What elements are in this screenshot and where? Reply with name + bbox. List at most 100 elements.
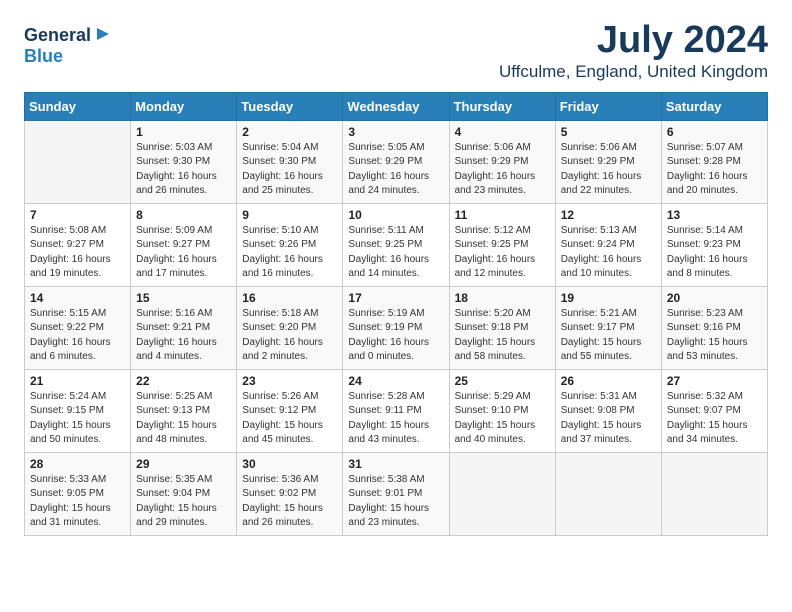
- day-detail: Sunrise: 5:24 AM Sunset: 9:15 PM Dayligh…: [30, 390, 125, 448]
- calendar-cell: [555, 452, 661, 535]
- calendar-body: 1Sunrise: 5:03 AM Sunset: 9:30 PM Daylig…: [25, 120, 768, 535]
- calendar-week-4: 21 Sunrise: 5:24 AM Sunset: 9:15 PM Dayli…: [25, 369, 768, 452]
- day-detail: Sunrise: 5:08 AM Sunset: 9:27 PM Dayligh…: [30, 224, 125, 282]
- day-number: 5: [561, 125, 656, 139]
- calendar-cell: 11 Sunrise: 5:12 AM Sunset: 9:25 PM Dayli…: [449, 203, 555, 286]
- day-detail: Sunrise: 5:38 AM Sunset: 9:01 PM Dayligh…: [348, 473, 443, 531]
- logo-arrow-icon: [95, 26, 111, 42]
- day-detail: Sunrise: 5:23 AM Sunset: 9:16 PM Dayligh…: [667, 307, 762, 365]
- header-cell-monday: Monday: [131, 92, 237, 120]
- day-detail: Sunrise: 5:15 AM Sunset: 9:22 PM Dayligh…: [30, 307, 125, 365]
- calendar-cell: 25Sunrise: 5:29 AM Sunset: 9:10 PM Dayli…: [449, 369, 555, 452]
- day-detail: Sunrise: 5:28 AM Sunset: 9:11 PM Dayligh…: [348, 390, 443, 448]
- day-detail: Sunrise: 5:31 AM Sunset: 9:08 PM Dayligh…: [561, 390, 656, 448]
- calendar-cell: 6 Sunrise: 5:07 AM Sunset: 9:28 PM Daylig…: [661, 120, 767, 203]
- logo-text-blue: Blue: [24, 47, 63, 67]
- calendar-cell: 17 Sunrise: 5:19 AM Sunset: 9:19 PM Dayli…: [343, 286, 449, 369]
- day-number: 24: [348, 374, 443, 388]
- day-number: 21: [30, 374, 125, 388]
- day-number: 14: [30, 291, 125, 305]
- day-detail: Sunrise: 5:18 AM Sunset: 9:20 PM Dayligh…: [242, 307, 337, 365]
- calendar-cell: 8 Sunrise: 5:09 AM Sunset: 9:27 PM Daylig…: [131, 203, 237, 286]
- calendar-header: SundayMondayTuesdayWednesdayThursdayFrid…: [25, 92, 768, 120]
- calendar-cell: 24 Sunrise: 5:28 AM Sunset: 9:11 PM Dayli…: [343, 369, 449, 452]
- day-detail: Sunrise: 5:06 AM Sunset: 9:29 PM Dayligh…: [561, 141, 656, 199]
- day-detail: Sunrise: 5:12 AM Sunset: 9:25 PM Dayligh…: [455, 224, 550, 282]
- calendar-cell: 26Sunrise: 5:31 AM Sunset: 9:08 PM Dayli…: [555, 369, 661, 452]
- calendar-cell: 14 Sunrise: 5:15 AM Sunset: 9:22 PM Dayli…: [25, 286, 131, 369]
- calendar-cell: 15Sunrise: 5:16 AM Sunset: 9:21 PM Dayli…: [131, 286, 237, 369]
- day-detail: Sunrise: 5:03 AM Sunset: 9:30 PM Dayligh…: [136, 141, 231, 199]
- day-detail: Sunrise: 5:35 AM Sunset: 9:04 PM Dayligh…: [136, 473, 231, 531]
- calendar-week-3: 14 Sunrise: 5:15 AM Sunset: 9:22 PM Dayli…: [25, 286, 768, 369]
- day-number: 8: [136, 208, 231, 222]
- calendar-cell: 19Sunrise: 5:21 AM Sunset: 9:17 PM Dayli…: [555, 286, 661, 369]
- day-detail: Sunrise: 5:36 AM Sunset: 9:02 PM Dayligh…: [242, 473, 337, 531]
- logo-text-general: General: [24, 26, 91, 46]
- calendar-cell: [25, 120, 131, 203]
- calendar-cell: 30 Sunrise: 5:36 AM Sunset: 9:02 PM Dayli…: [237, 452, 343, 535]
- day-detail: Sunrise: 5:25 AM Sunset: 9:13 PM Dayligh…: [136, 390, 231, 448]
- calendar-cell: 7 Sunrise: 5:08 AM Sunset: 9:27 PM Daylig…: [25, 203, 131, 286]
- day-number: 7: [30, 208, 125, 222]
- day-number: 15: [136, 291, 231, 305]
- day-detail: Sunrise: 5:07 AM Sunset: 9:28 PM Dayligh…: [667, 141, 762, 199]
- header-cell-wednesday: Wednesday: [343, 92, 449, 120]
- header-cell-thursday: Thursday: [449, 92, 555, 120]
- header-cell-saturday: Saturday: [661, 92, 767, 120]
- day-number: 30: [242, 457, 337, 471]
- day-number: 18: [455, 291, 550, 305]
- day-detail: Sunrise: 5:05 AM Sunset: 9:29 PM Dayligh…: [348, 141, 443, 199]
- calendar-cell: [661, 452, 767, 535]
- day-number: 13: [667, 208, 762, 222]
- calendar-table: SundayMondayTuesdayWednesdayThursdayFrid…: [24, 92, 768, 536]
- day-detail: Sunrise: 5:04 AM Sunset: 9:30 PM Dayligh…: [242, 141, 337, 199]
- title-section: July 2024 Uffculme, England, United King…: [499, 20, 768, 82]
- logo: General Blue: [24, 24, 111, 67]
- day-detail: Sunrise: 5:33 AM Sunset: 9:05 PM Dayligh…: [30, 473, 125, 531]
- header-cell-friday: Friday: [555, 92, 661, 120]
- calendar-cell: 16 Sunrise: 5:18 AM Sunset: 9:20 PM Dayli…: [237, 286, 343, 369]
- day-number: 4: [455, 125, 550, 139]
- calendar-cell: 9 Sunrise: 5:10 AM Sunset: 9:26 PM Daylig…: [237, 203, 343, 286]
- day-number: 20: [667, 291, 762, 305]
- day-number: 22: [136, 374, 231, 388]
- day-number: 16: [242, 291, 337, 305]
- day-number: 9: [242, 208, 337, 222]
- header-row: SundayMondayTuesdayWednesdayThursdayFrid…: [25, 92, 768, 120]
- calendar-cell: 21 Sunrise: 5:24 AM Sunset: 9:15 PM Dayli…: [25, 369, 131, 452]
- day-number: 28: [30, 457, 125, 471]
- day-detail: Sunrise: 5:20 AM Sunset: 9:18 PM Dayligh…: [455, 307, 550, 365]
- day-number: 27: [667, 374, 762, 388]
- calendar-week-2: 7 Sunrise: 5:08 AM Sunset: 9:27 PM Daylig…: [25, 203, 768, 286]
- day-detail: Sunrise: 5:11 AM Sunset: 9:25 PM Dayligh…: [348, 224, 443, 282]
- calendar-cell: 3 Sunrise: 5:05 AM Sunset: 9:29 PM Daylig…: [343, 120, 449, 203]
- location-title: Uffculme, England, United Kingdom: [499, 62, 768, 82]
- day-number: 31: [348, 457, 443, 471]
- calendar-cell: 31 Sunrise: 5:38 AM Sunset: 9:01 PM Dayli…: [343, 452, 449, 535]
- day-number: 11: [455, 208, 550, 222]
- calendar-week-1: 1Sunrise: 5:03 AM Sunset: 9:30 PM Daylig…: [25, 120, 768, 203]
- calendar-cell: 2Sunrise: 5:04 AM Sunset: 9:30 PM Daylig…: [237, 120, 343, 203]
- day-number: 23: [242, 374, 337, 388]
- day-number: 3: [348, 125, 443, 139]
- calendar-cell: 10Sunrise: 5:11 AM Sunset: 9:25 PM Dayli…: [343, 203, 449, 286]
- day-detail: Sunrise: 5:10 AM Sunset: 9:26 PM Dayligh…: [242, 224, 337, 282]
- day-number: 17: [348, 291, 443, 305]
- header-cell-tuesday: Tuesday: [237, 92, 343, 120]
- day-detail: Sunrise: 5:19 AM Sunset: 9:19 PM Dayligh…: [348, 307, 443, 365]
- day-detail: Sunrise: 5:09 AM Sunset: 9:27 PM Dayligh…: [136, 224, 231, 282]
- page-header: General Blue July 2024 Uffculme, England…: [24, 20, 768, 82]
- calendar-week-5: 28 Sunrise: 5:33 AM Sunset: 9:05 PM Dayli…: [25, 452, 768, 535]
- header-cell-sunday: Sunday: [25, 92, 131, 120]
- day-number: 12: [561, 208, 656, 222]
- day-number: 25: [455, 374, 550, 388]
- day-number: 6: [667, 125, 762, 139]
- calendar-cell: 5 Sunrise: 5:06 AM Sunset: 9:29 PM Daylig…: [555, 120, 661, 203]
- calendar-cell: 22 Sunrise: 5:25 AM Sunset: 9:13 PM Dayli…: [131, 369, 237, 452]
- calendar-cell: 18 Sunrise: 5:20 AM Sunset: 9:18 PM Dayli…: [449, 286, 555, 369]
- calendar-cell: 28 Sunrise: 5:33 AM Sunset: 9:05 PM Dayli…: [25, 452, 131, 535]
- calendar-cell: [449, 452, 555, 535]
- day-number: 29: [136, 457, 231, 471]
- day-number: 19: [561, 291, 656, 305]
